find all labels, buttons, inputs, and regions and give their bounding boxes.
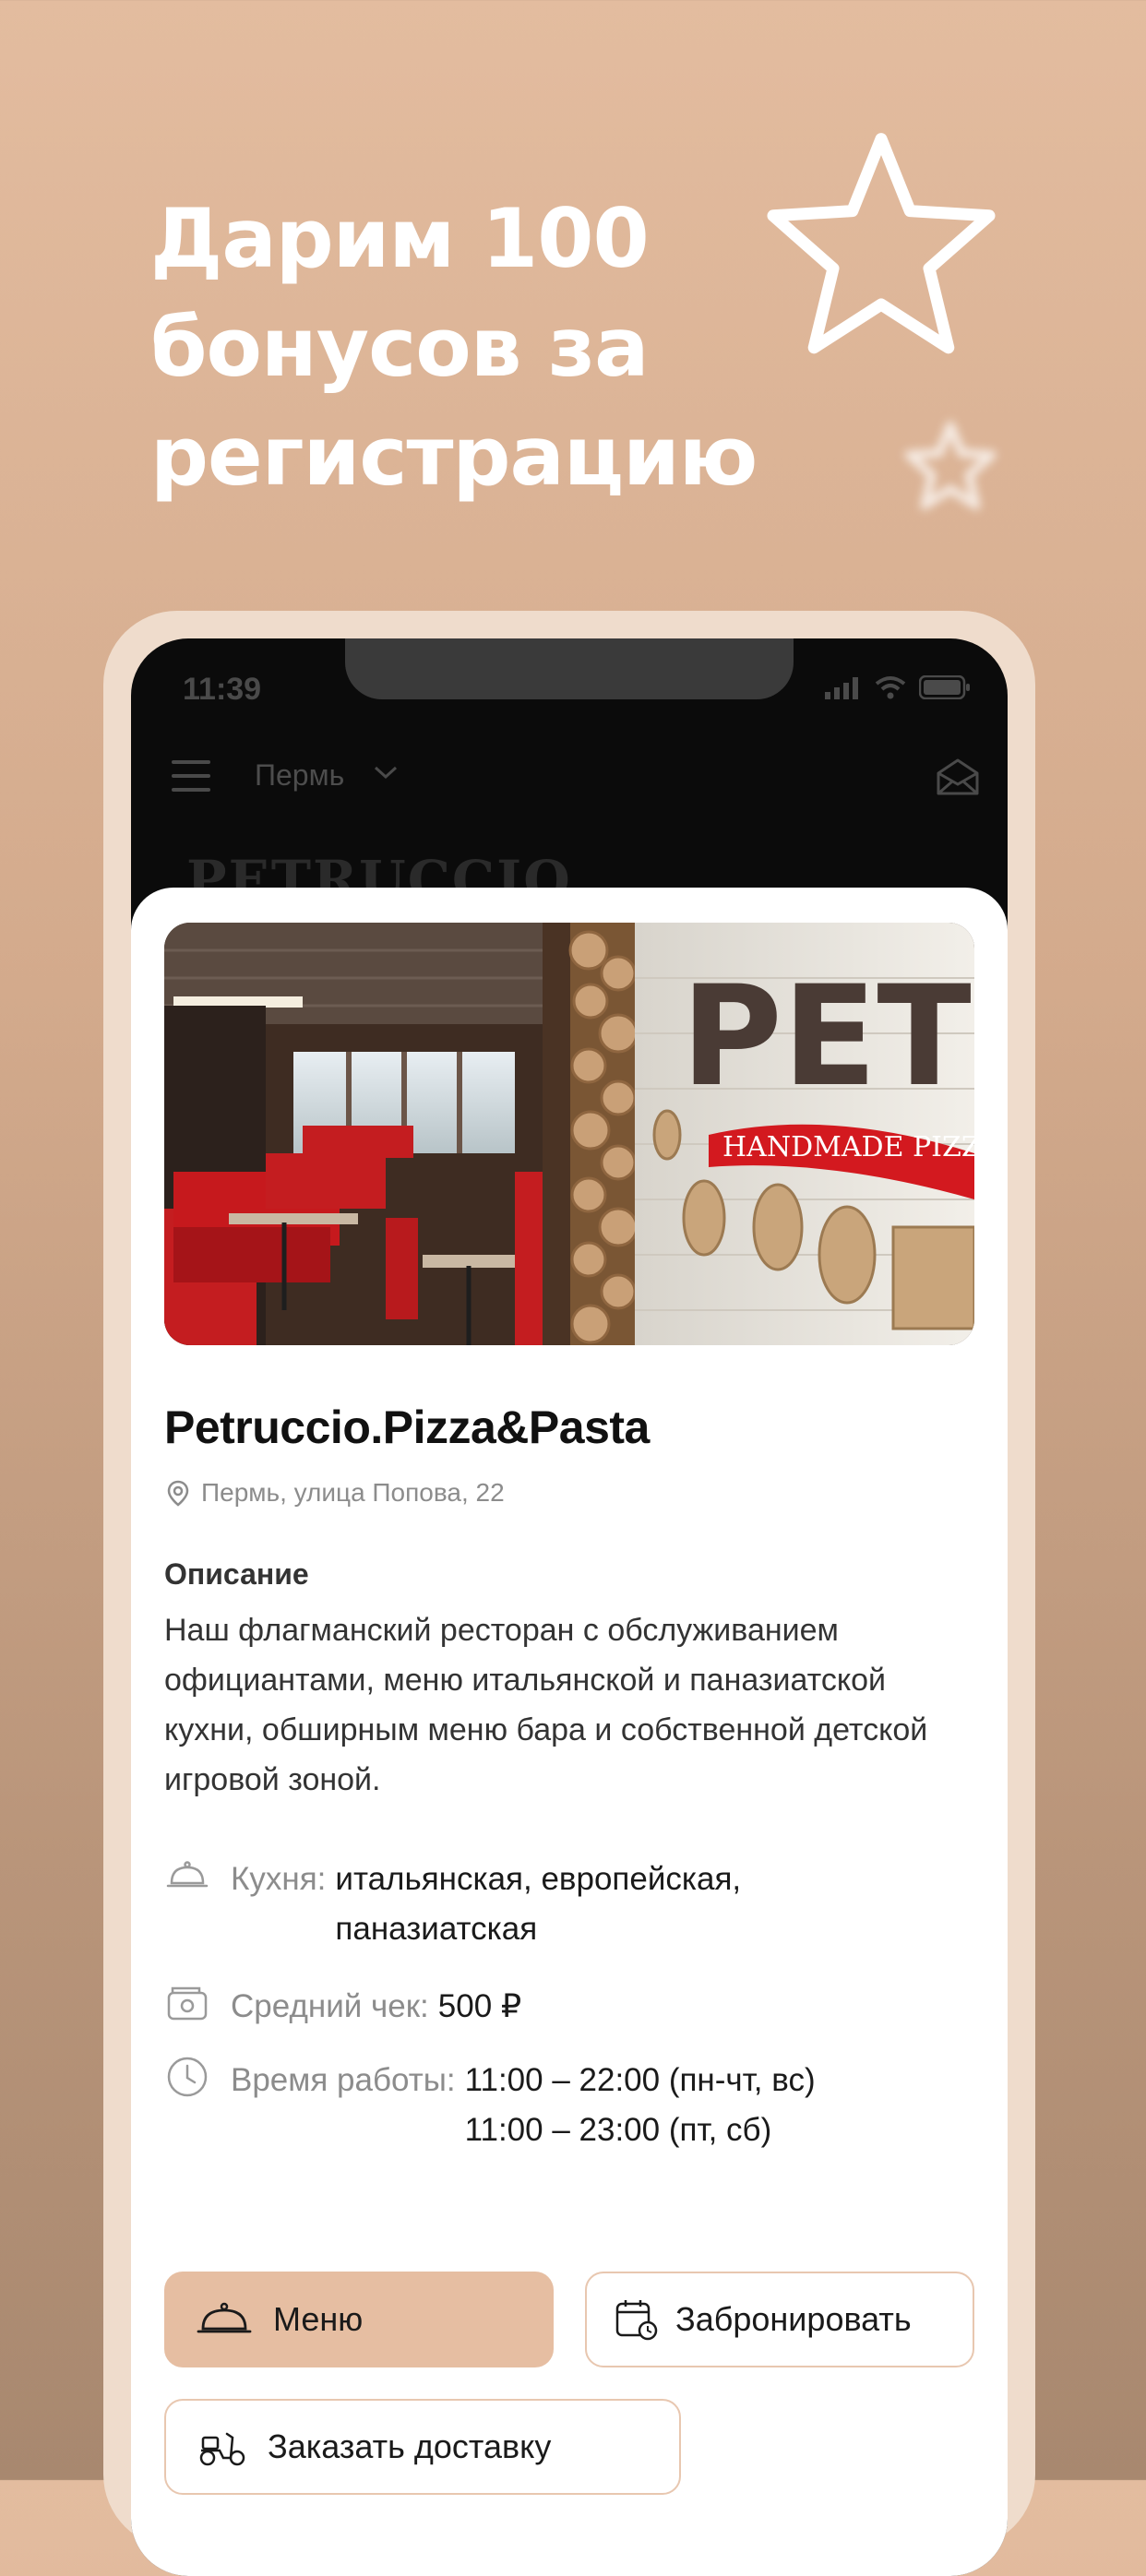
promo-title-line-2: бонусов за bbox=[150, 300, 650, 395]
hours-line-1: 11:00 – 22:00 (пн-чт, вс) bbox=[464, 2062, 816, 2098]
avg-check-row: Средний чек: 500 ₽ bbox=[164, 1982, 521, 2032]
menu-button[interactable]: Меню bbox=[164, 2272, 554, 2367]
scooter-icon bbox=[199, 2432, 245, 2466]
signal-icon bbox=[825, 677, 858, 699]
promo-title-line-3: регистрацию bbox=[150, 409, 758, 504]
status-icons bbox=[825, 675, 971, 699]
address-row: Пермь, улица Попова, 22 bbox=[164, 1478, 505, 1508]
clock-icon bbox=[167, 2057, 208, 2097]
avg-check-label: Средний чек: bbox=[231, 1988, 429, 2024]
cloche-icon bbox=[166, 1861, 209, 1888]
delivery-button-label: Заказать доставку bbox=[268, 2427, 552, 2465]
menu-button-label: Меню bbox=[273, 2300, 364, 2338]
phone-notch bbox=[345, 638, 794, 699]
phone-frame: 11:39 Пермь PETRUCCIO PET HANDMADE PIZZA… bbox=[103, 611, 1035, 2576]
restaurant-name: Petruccio.Pizza&Pasta bbox=[164, 1401, 650, 1453]
hours-label: Время работы: bbox=[231, 2062, 456, 2098]
hours-line-2: 11:00 – 23:00 (пт, сб) bbox=[464, 2112, 772, 2148]
menu-icon[interactable] bbox=[172, 760, 210, 792]
battery-icon bbox=[919, 675, 970, 699]
promo-title-line-1: Дарим 100 bbox=[150, 191, 650, 286]
book-button-label: Забронировать bbox=[675, 2300, 912, 2338]
promo-title: Дарим 100 бонусов за регистрацию bbox=[150, 185, 796, 511]
chevron-down-icon[interactable] bbox=[373, 764, 399, 781]
location-pin-icon bbox=[167, 1480, 189, 1507]
city-selector[interactable]: Пермь bbox=[255, 758, 344, 793]
avg-check-value: 500 ₽ bbox=[437, 1988, 522, 2024]
restaurant-sheet: PETRU HANDMADE PIZZA Petruccio.Pizza&Pas… bbox=[131, 888, 1008, 2576]
restaurant-address: Пермь, улица Попова, 22 bbox=[201, 1478, 505, 1507]
cuisine-row: Кухня: итальянская, европейская, паназиа… bbox=[164, 1854, 852, 1954]
hours-values: 11:00 – 22:00 (пн-чт, вс) 11:00 – 23:00 … bbox=[465, 2056, 816, 2155]
app-header: Пермь bbox=[131, 722, 1008, 823]
calendar-icon bbox=[615, 2300, 658, 2341]
hero-sign-tagline: HANDMADE PIZZA bbox=[722, 1131, 974, 1163]
restaurant-photo: PETRU HANDMADE PIZZA bbox=[164, 923, 974, 1345]
cloche-icon bbox=[197, 2302, 252, 2333]
mail-icon[interactable] bbox=[936, 758, 980, 795]
cuisine-label: Кухня: bbox=[231, 1861, 327, 1897]
delivery-button[interactable]: Заказать доставку bbox=[164, 2399, 681, 2495]
hours-row: Время работы: 11:00 – 22:00 (пн-чт, вс) … bbox=[164, 2056, 816, 2155]
phone-screen: 11:39 Пермь PETRUCCIO PET HANDMADE PIZZA… bbox=[131, 638, 1008, 2576]
hero-sign-name: PETRU bbox=[681, 957, 974, 1117]
description-title: Описание bbox=[164, 1557, 309, 1591]
star-icon bbox=[767, 133, 996, 354]
status-time: 11:39 bbox=[183, 672, 262, 707]
cuisine-value: итальянская, европейская, паназиатская bbox=[335, 1861, 742, 1947]
star-icon bbox=[904, 421, 997, 510]
wallet-icon bbox=[167, 1986, 208, 2021]
wifi-icon bbox=[875, 676, 906, 699]
description-text: Наш флагманский ресторан с обслуживанием… bbox=[164, 1613, 928, 1797]
book-button[interactable]: Забронировать bbox=[585, 2272, 974, 2367]
